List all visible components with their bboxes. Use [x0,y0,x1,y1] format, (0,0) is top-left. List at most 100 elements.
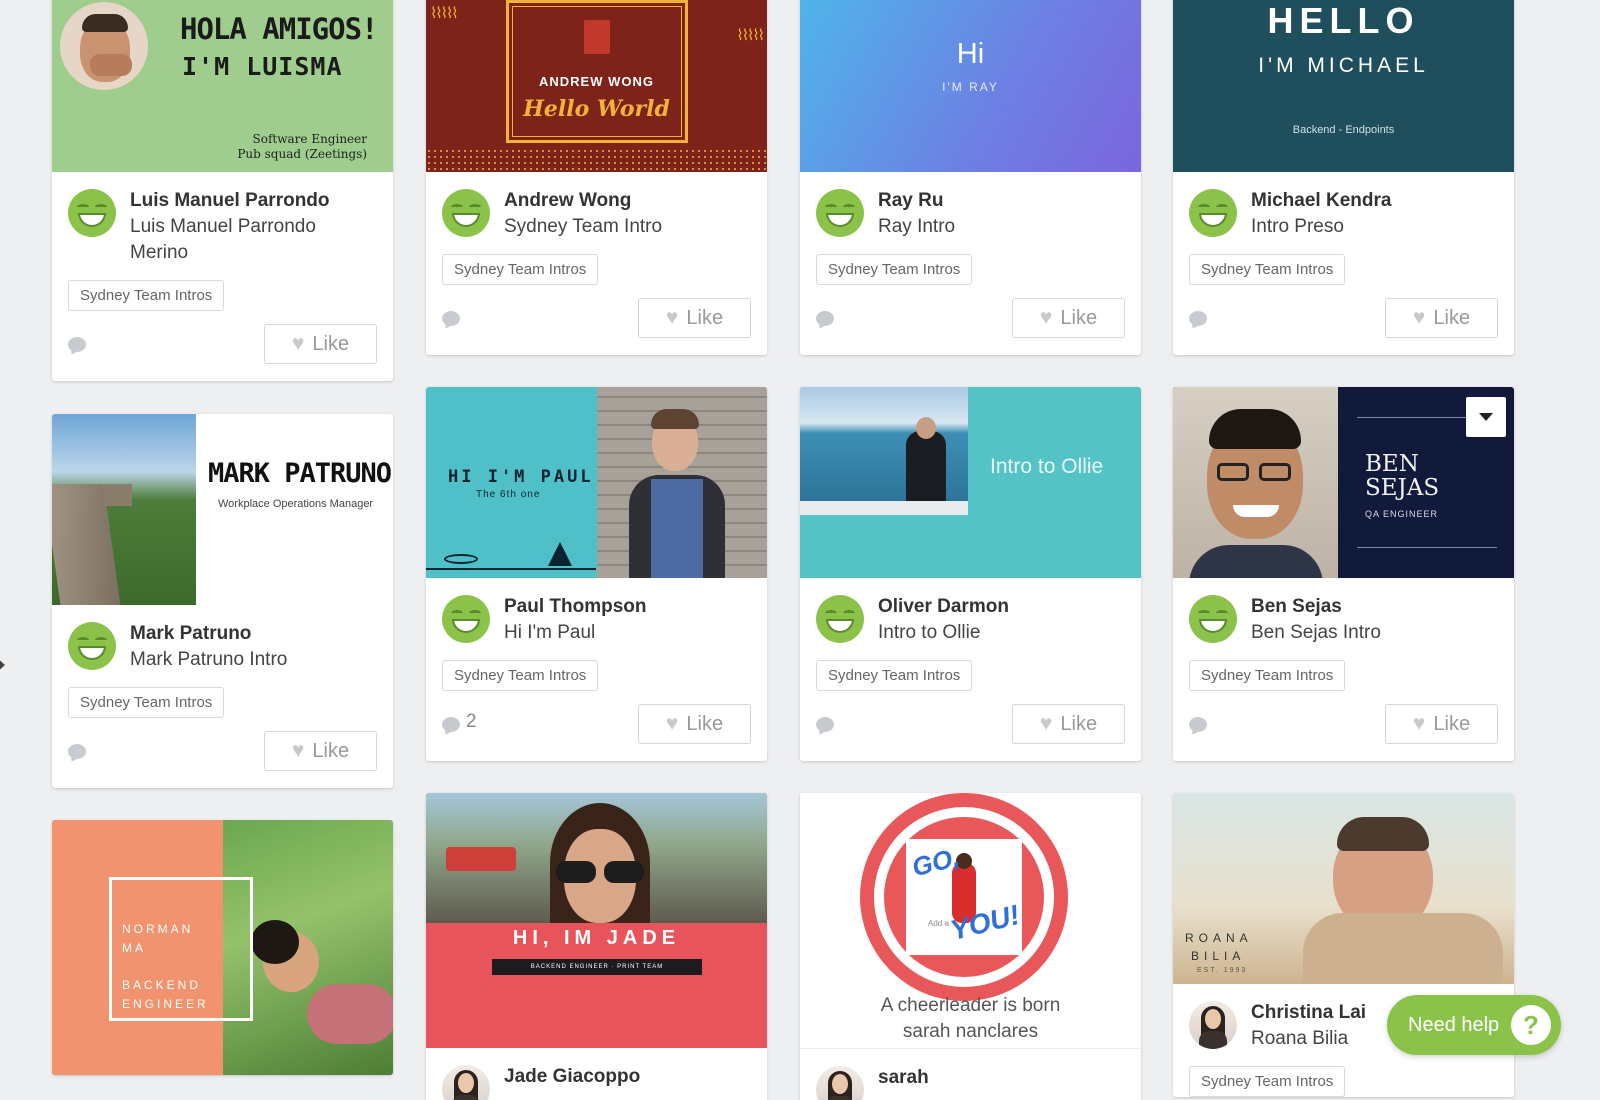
presentation-card[interactable]: ⌇⌇⌇⌇⌇ ⌇⌇⌇⌇⌇ ANDREW WONG Hello World Andr… [426,0,767,355]
card-title[interactable]: Mark Patruno Intro [130,647,377,673]
thumb-caption: EST. 1993 [1197,967,1248,974]
thumb-heading: HOLA AMIGOS! [180,12,379,46]
card-menu-dropdown-button[interactable] [1466,397,1506,437]
like-button[interactable]: ♥ Like [1385,704,1498,744]
avatar[interactable] [68,189,116,237]
like-button[interactable]: ♥ Like [1012,298,1125,338]
question-mark-icon: ? [1511,1005,1551,1045]
need-help-button[interactable]: Need help ? [1387,995,1561,1055]
card-author[interactable]: Ben Sejas [1251,594,1498,620]
card-title[interactable]: Intro to Ollie [878,620,1125,646]
portrait-photo [1173,387,1338,578]
collection-tag[interactable]: Sydney Team Intros [1189,254,1346,285]
collection-tag[interactable]: Sydney Team Intros [1189,1066,1346,1097]
avatar[interactable] [442,1065,490,1100]
card-thumbnail[interactable]: Hi I'M RAY [800,0,1141,172]
comment-icon[interactable] [816,311,834,326]
comment-icon[interactable] [442,311,460,326]
card-title[interactable]: Sydney Team Intro [504,214,751,240]
card-author[interactable]: Ray Ru [878,188,1125,214]
card-thumbnail[interactable]: HELLO I'M MICHAEL Backend - Endpoints [1173,0,1514,172]
presentation-card[interactable]: HI, IM JADE BACKEND ENGINEER · PRINT TEA… [426,793,767,1100]
avatar[interactable] [1189,1001,1237,1049]
expand-sidebar-arrow-icon[interactable] [0,657,5,673]
collection-tag[interactable]: Sydney Team Intros [68,280,225,311]
card-author[interactable]: Andrew Wong [504,188,751,214]
presentation-card[interactable]: GO, YOU! Add a A cheerleader is born sar… [800,793,1141,1100]
comment-icon[interactable] [816,717,834,732]
presentation-card[interactable]: BEN SEJAS QA ENGINEER Ben Sejas Ben Seja… [1173,387,1514,761]
presentation-card[interactable]: HI I'M PAUL The 6th one Paul Thompson Hi… [426,387,767,761]
card-thumbnail[interactable]: BEN SEJAS QA ENGINEER [1173,387,1514,578]
thumb-subheading: I'M MICHAEL [1258,54,1429,77]
zigzag-decoration: ⌇⌇⌇⌇⌇ [736,27,765,44]
card-author[interactable]: Jade Giacoppo [504,1064,751,1090]
avatar[interactable] [1189,595,1237,643]
card-thumbnail[interactable]: HOLA AMIGOS! I'M LUISMA Software Enginee… [52,0,393,172]
card-thumbnail[interactable]: NORMAN MA BACKEND ENGINEER [52,820,393,1075]
avatar[interactable] [442,595,490,643]
comment-icon[interactable] [442,717,460,732]
card-footer: ♥ Like [426,285,767,355]
avatar[interactable] [68,622,116,670]
comment-icon[interactable] [68,744,86,759]
like-button[interactable]: ♥ Like [638,298,751,338]
card-title[interactable]: Ben Sejas Intro [1251,620,1498,646]
like-button[interactable]: ♥ Like [264,324,377,364]
collection-tag[interactable]: Sydney Team Intros [816,254,973,285]
collection-tag[interactable]: Sydney Team Intros [442,660,599,691]
card-thumbnail[interactable]: ROANA BILIA EST. 1993 [1173,793,1514,984]
presentation-card[interactable]: Hi I'M RAY Ray Ru Ray Intro Sydney Team … [800,0,1141,355]
card-thumbnail[interactable]: Intro to Ollie [800,387,1141,578]
card-thumbnail[interactable]: HI I'M PAUL The 6th one [426,387,767,578]
card-title[interactable]: Luis Manuel Parrondo Merino [130,214,377,266]
brick-wall-photo [597,387,767,578]
thumb-heading: HELLO [1267,0,1420,41]
comment-icon[interactable] [68,337,86,352]
card-footer: ♥ Like [800,285,1141,355]
like-button[interactable]: ♥ Like [1385,298,1498,338]
card-author[interactable]: Paul Thompson [504,594,751,620]
comment-icon[interactable] [1189,311,1207,326]
card-author[interactable]: Mark Patruno [130,621,377,647]
presentation-card[interactable]: MARK PATRUNO Workplace Operations Manage… [52,414,393,788]
thumb-heading: MA [122,941,146,955]
presentation-card[interactable]: HOLA AMIGOS! I'M LUISMA Software Enginee… [52,0,393,381]
avatar[interactable] [816,1066,864,1100]
heart-icon: ♥ [291,739,305,762]
collection-tag[interactable]: Sydney Team Intros [442,254,599,285]
card-info: Andrew Wong Sydney Team Intro Sydney Tea… [426,172,767,285]
card-title[interactable]: Ray Intro [878,214,1125,240]
thumb-script-text: Hello World [523,96,670,122]
thumb-heading: SEJAS [1365,475,1440,501]
collection-tag[interactable]: Sydney Team Intros [1189,660,1346,691]
card-thumbnail[interactable]: HI, IM JADE BACKEND ENGINEER · PRINT TEA… [426,793,767,1048]
avatar[interactable] [1189,189,1237,237]
avatar[interactable] [442,189,490,237]
collection-tag[interactable]: Sydney Team Intros [68,687,225,718]
card-title[interactable]: Hi I'm Paul [504,620,751,646]
presentation-card[interactable]: HELLO I'M MICHAEL Backend - Endpoints Mi… [1173,0,1514,355]
card-author[interactable]: Oliver Darmon [878,594,1125,620]
card-thumbnail[interactable]: MARK PATRUNO Workplace Operations Manage… [52,414,393,605]
card-author[interactable]: sarah [878,1065,1125,1091]
comment-count[interactable]: 2 [466,711,477,733]
card-author[interactable]: Luis Manuel Parrondo [130,188,377,214]
heart-icon: ♥ [291,332,305,355]
card-info: Paul Thompson Hi I'm Paul Sydney Team In… [426,578,767,691]
like-button[interactable]: ♥ Like [1012,704,1125,744]
card-thumbnail[interactable]: GO, YOU! Add a A cheerleader is born sar… [800,793,1141,1048]
card-author[interactable]: Michael Kendra [1251,188,1498,214]
presentation-card[interactable]: Intro to Ollie Oliver Darmon Intro to Ol… [800,387,1141,761]
avatar[interactable] [816,595,864,643]
like-button[interactable]: ♥ Like [638,704,751,744]
collection-tag[interactable]: Sydney Team Intros [816,660,973,691]
like-button[interactable]: ♥ Like [264,731,377,771]
presentation-card[interactable]: NORMAN MA BACKEND ENGINEER [52,820,393,1075]
thumb-caption: Software Engineer [252,132,367,146]
card-thumbnail[interactable]: ⌇⌇⌇⌇⌇ ⌇⌇⌇⌇⌇ ANDREW WONG Hello World [426,0,767,172]
comment-icon[interactable] [1189,717,1207,732]
card-title[interactable]: Intro Preso [1251,214,1498,240]
card-footer: ♥ Like [1173,285,1514,355]
avatar[interactable] [816,189,864,237]
